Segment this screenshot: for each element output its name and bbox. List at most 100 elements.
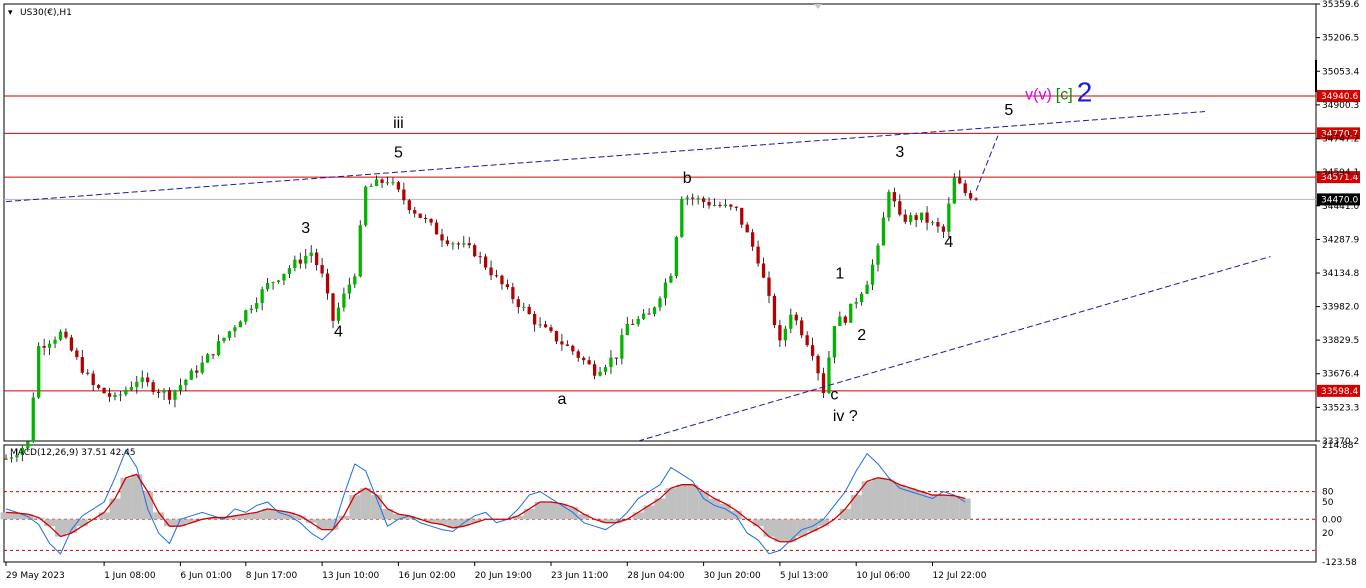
candle-up xyxy=(276,280,281,283)
candle-up xyxy=(369,185,373,187)
candle-down xyxy=(914,215,918,221)
wave-label: iii xyxy=(393,115,404,132)
candle-down xyxy=(549,327,553,332)
candle-up xyxy=(712,204,717,206)
candle-up xyxy=(854,302,858,304)
candle-down xyxy=(320,265,324,274)
level-price-label: 33598.4 xyxy=(1321,387,1358,397)
macd-histogram-bar xyxy=(774,519,786,542)
chart-frame xyxy=(3,3,1317,563)
candle-up xyxy=(135,381,139,388)
candle-down xyxy=(560,341,564,345)
candle-up xyxy=(238,321,242,328)
symbol-icon[interactable]: ▾ xyxy=(8,8,13,18)
time-tick-label: 1 Jun 08:00 xyxy=(104,571,156,581)
price-tick-label: 33676.4 xyxy=(1322,370,1359,380)
candle-down xyxy=(576,351,580,358)
chart-canvas[interactable]: 34940.634770.734571.433598.434470.0 iii5… xyxy=(0,0,1366,588)
macd-tick-label: 50 xyxy=(1322,498,1334,508)
price-axis[interactable]: 35359.6 35206.5 35053.4 34900.3 34747.2 34594… xyxy=(1315,0,1359,447)
macd-histogram-bar xyxy=(709,498,720,520)
wave-label: 3 xyxy=(301,220,310,237)
candle-down xyxy=(958,177,962,184)
macd-histogram-bar xyxy=(632,512,644,520)
candle-down xyxy=(494,275,499,277)
candle-up xyxy=(947,203,951,232)
candle-up xyxy=(37,345,41,398)
candle-up xyxy=(265,282,270,290)
time-axis[interactable]: 29 May 2023 1 Jun 08:00 6 Jun 01:00 8 Jun 1… xyxy=(5,562,987,581)
candle-down xyxy=(745,224,749,233)
candle-down xyxy=(800,320,804,336)
macd-histogram-bar xyxy=(676,484,688,520)
candle-down xyxy=(969,193,973,199)
time-tick-label: 12 Jul 22:00 xyxy=(933,571,987,581)
candle-down xyxy=(407,200,411,211)
candle-up xyxy=(680,198,684,237)
candle-up xyxy=(227,331,232,338)
wave-label: 5 xyxy=(394,145,403,162)
price-tick-label: 34900.3 xyxy=(1322,101,1359,111)
candle-down xyxy=(440,234,444,241)
candle-up xyxy=(233,327,237,332)
macd-histogram-bar xyxy=(665,488,677,520)
candle-down xyxy=(821,373,826,394)
candle-down xyxy=(740,207,744,225)
candle-up xyxy=(47,343,52,348)
macd-histogram-bar xyxy=(785,519,797,542)
candle-up xyxy=(685,197,689,199)
candle-down xyxy=(80,357,84,373)
candle-down xyxy=(69,337,74,351)
candle-up xyxy=(620,335,624,359)
macd-histogram-bar xyxy=(818,519,829,527)
candle-down xyxy=(75,350,79,358)
candle-down xyxy=(456,243,460,245)
candle-up xyxy=(865,284,869,294)
candle-down xyxy=(91,373,95,386)
wave-label: 4 xyxy=(334,323,343,340)
candle-up xyxy=(849,303,853,323)
candle-up xyxy=(129,387,133,390)
candle-up xyxy=(364,186,368,226)
price-tick-label: 34287.9 xyxy=(1322,235,1359,245)
candle-up xyxy=(140,377,144,382)
candle-up xyxy=(58,331,63,340)
macd-histogram-bar xyxy=(883,479,895,520)
candle-up xyxy=(260,289,264,304)
candle-up xyxy=(347,284,351,294)
price-tick-label: 34441.0 xyxy=(1322,202,1359,212)
candle-down xyxy=(892,192,896,202)
candle-down xyxy=(734,206,738,208)
candle-up xyxy=(184,379,188,386)
candle-up xyxy=(538,324,542,326)
candle-down xyxy=(527,306,531,315)
price-tick-label: 34134.8 xyxy=(1322,269,1359,279)
macd-histogram-bar xyxy=(55,519,66,537)
time-tick-label: 6 Jun 01:00 xyxy=(180,571,232,581)
candle-up xyxy=(118,394,123,396)
candle-up xyxy=(669,275,673,283)
candle-up xyxy=(385,182,390,184)
candle-down xyxy=(903,214,907,222)
candle-down xyxy=(729,204,733,207)
candle-down xyxy=(756,246,760,264)
wave-labels: iii534ba3412civ ?5v(v) [c] 2 xyxy=(301,76,1092,424)
candle-up xyxy=(178,385,183,391)
candle-down xyxy=(778,325,782,341)
candle-down xyxy=(898,201,902,215)
candle-down xyxy=(315,252,319,266)
candle-up xyxy=(876,245,880,265)
candle-up xyxy=(222,337,226,342)
wave-label: a xyxy=(557,391,566,408)
candle-up xyxy=(609,357,613,368)
macd-histogram-bar xyxy=(0,512,12,520)
target-label-part: [c] xyxy=(1056,86,1073,103)
candle-down xyxy=(195,370,199,373)
candle-down xyxy=(767,277,771,296)
candle-up xyxy=(304,255,308,264)
macd-axis: 214.88 8050 0.00 20 -123.58 xyxy=(1322,441,1357,568)
macd-histogram-bar xyxy=(850,495,862,520)
candle-up xyxy=(636,318,640,325)
price-tick-label: 33523.3 xyxy=(1322,403,1359,413)
candle-down xyxy=(429,218,433,223)
